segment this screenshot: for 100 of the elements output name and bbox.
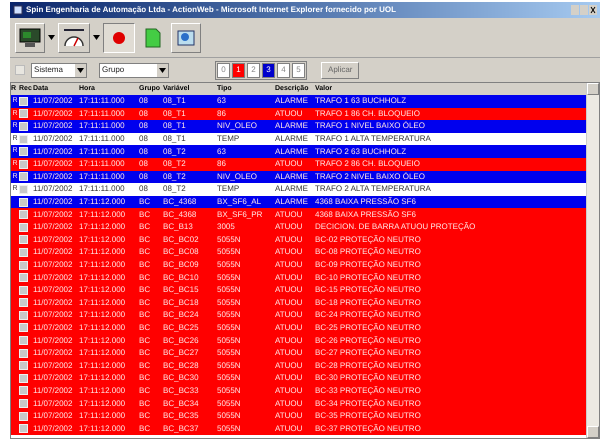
alarm-row[interactable]: 11/07/2002 17:11:12.000 BC BC_4368 BX_SF6_AL ALARME 4368 BAIXA PRESSÃO SF6 (11, 196, 586, 208)
table-cell-text: TEMP (217, 133, 240, 146)
table-cell-text: 5055N (217, 384, 242, 397)
alarm-row[interactable]: 11/07/2002 17:11:12.000 BC BC_BC15 5055N ATUOU BC-15 PROTEÇÃO NEUTRO (11, 284, 586, 296)
record-dot-icon (112, 30, 126, 44)
table-cell-text: BC_BC08 (163, 246, 200, 258)
table-cell-text: 17:11:12.000 (79, 422, 126, 435)
table-cell-text: BC_BC35 (163, 410, 200, 422)
table-cell-text: ATUOU (275, 296, 304, 309)
table-cell-text: ALARME (275, 196, 309, 208)
table-cell-text: 17:11:11.000 (79, 95, 126, 108)
monitor-button[interactable] (15, 22, 45, 52)
alarm-row[interactable]: 11/07/2002 17:11:12.000 BC BC_BC26 5055N ATUOU BC-26 PROTEÇÃO NEUTRO (11, 334, 586, 347)
table-cell-text: BC (139, 360, 152, 372)
priority-toggle[interactable]: 4 (277, 62, 290, 78)
table-cell-text: BC-34 PROTEÇÃO NEUTRO (315, 398, 422, 410)
filter-checkbox[interactable] (15, 65, 25, 75)
table-cell-text: 11/07/2002 (33, 246, 74, 258)
table-cell-text: 17:11:12.000 (79, 360, 126, 372)
alarm-row[interactable]: 11/07/2002 17:11:12.000 BC BC_BC08 5055N ATUOU BC-08 PROTEÇÃO NEUTRO (11, 246, 586, 259)
table-cell-text: BC_BC28 (163, 360, 200, 372)
priority-toggle[interactable]: 5 (292, 62, 305, 78)
table-cell-text: 11/07/2002 (33, 196, 74, 208)
table-cell-text: TRAFO 1 ALTA TEMPERATURA (315, 133, 432, 146)
table-cell-text: 17:11:12.000 (79, 334, 126, 347)
alarm-row[interactable]: 11/07/2002 17:11:12.000 BC BC_BC37 5055N ATUOU BC-37 PROTEÇÃO NEUTRO (11, 422, 586, 436)
table-cell-text: BC (139, 284, 152, 296)
table-cell-text: BC (139, 334, 152, 347)
table-cell-text: 08_T2 (163, 146, 187, 158)
table-cell-text: BC-18 PROTEÇÃO NEUTRO (315, 296, 422, 309)
table-cell-text: 17:11:12.000 (79, 384, 126, 397)
grupo-dropdown[interactable]: Grupo (99, 62, 169, 78)
sistema-dropdown[interactable]: Sistema (31, 62, 87, 78)
table-cell-text: 5055N (217, 309, 242, 322)
alarm-row[interactable]: 11/07/2002 17:11:12.000 BC BC_BC34 5055N ATUOU BC-34 PROTEÇÃO NEUTRO (11, 397, 586, 410)
table-cell-text: TRAFO 1 63 BUCHHOLZ (315, 95, 408, 108)
priority-toggle[interactable]: 3 (262, 62, 275, 78)
table-cell-text: 17:11:12.000 (79, 410, 126, 422)
table-cell-text: 5055N (217, 322, 242, 334)
table-cell-text: BC (139, 422, 152, 435)
alarm-row[interactable]: 11/07/2002 17:11:12.000 BC BC_BC25 5055N ATUOU BC-25 PROTEÇÃO NEUTRO (11, 322, 586, 334)
apply-button[interactable]: Aplicar (321, 62, 360, 78)
alarm-row[interactable]: 11/07/2002 17:11:12.000 BC BC_BC28 5055N ATUOU BC-28 PROTEÇÃO NEUTRO (11, 359, 586, 372)
table-cell-text: 5055N (217, 234, 242, 246)
table-cell-text: BC_BC33 (163, 384, 200, 397)
table-cell-text: ATUOU (275, 322, 304, 334)
table-cell-text: 17:11:12.000 (79, 296, 126, 309)
table-cell-text: 11/07/2002 (33, 158, 74, 170)
priority-toggle[interactable]: 0 (217, 62, 230, 78)
table-cell-text: BC_BC34 (163, 398, 200, 410)
table-cell-text: 11/07/2002 (33, 422, 74, 435)
table-cell-text: 17:11:12.000 (79, 246, 126, 258)
priority-toggle[interactable]: 1 (232, 62, 245, 78)
table-cell-text: ALARME (275, 183, 309, 196)
dropdown-arrow-icon[interactable] (48, 35, 55, 40)
table-cell-text: 4368 BAIXA PRESSÃO SF6 (315, 208, 417, 221)
table-cell-text: 11/07/2002 (33, 372, 74, 384)
alarm-row[interactable]: 11/07/2002 17:11:12.000 BC BC_BC18 5055N ATUOU BC-18 PROTEÇÃO NEUTRO (11, 296, 586, 310)
table-cell-text: 5055N (217, 296, 242, 309)
table-cell-text: BX_SF6_AL (217, 196, 262, 208)
alarm-row[interactable]: 11/07/2002 17:11:12.000 BC BC_BC33 5055N ATUOU BC-33 PROTEÇÃO NEUTRO (11, 384, 586, 398)
table-cell-text: 11/07/2002 (33, 183, 74, 196)
table-cell-text: 11/07/2002 (33, 384, 74, 397)
alarm-row[interactable]: 11/07/2002 17:11:12.000 BC BC_BC02 5055N ATUOU BC-02 PROTEÇÃO NEUTRO (11, 234, 586, 246)
table-cell-text: 5055N (217, 360, 242, 372)
dropdown-arrow-icon[interactable] (93, 35, 100, 40)
table-cell-text: 17:11:11.000 (79, 120, 126, 132)
alarm-row[interactable]: 11/07/2002 17:11:12.000 BC BC_B13 3005 ATUOU DECICION. DE BARRA ATUOU PROTEÇÃO (11, 220, 586, 234)
table-cell-text: NIV_OLEO (217, 170, 258, 183)
table-cell-text: ALARME (275, 95, 309, 108)
alarm-row[interactable]: 11/07/2002 17:11:12.000 BC BC_BC27 5055N ATUOU BC-27 PROTEÇÃO NEUTRO (11, 346, 586, 360)
table-cell-text: 08_T2 (163, 183, 187, 196)
alarm-row[interactable]: 11/07/2002 17:11:12.000 BC BC_BC09 5055N ATUOU BC-09 PROTEÇÃO NEUTRO (11, 258, 586, 272)
table-cell-text: 17:11:12.000 (79, 347, 126, 360)
table-cell-text: BC-15 PROTEÇÃO NEUTRO (315, 284, 422, 296)
table-cell-text: BX_SF6_PR (217, 208, 264, 221)
table-cell-text: BC (139, 246, 152, 258)
table-cell-text: 11/07/2002 (33, 410, 74, 422)
image-button[interactable] (171, 22, 201, 52)
table-cell-text: ALARME (275, 170, 309, 183)
gauge-icon (62, 28, 86, 48)
table-cell-text: ATUOU (275, 398, 304, 410)
alarm-row[interactable]: 11/07/2002 17:11:12.000 BC BC_BC10 5055N ATUOU BC-10 PROTEÇÃO NEUTRO (11, 271, 586, 284)
dropdown-arrow-icon[interactable] (159, 68, 166, 72)
table-cell-text: ATUOU (275, 347, 304, 360)
table-cell-text: NIV_OLEO (217, 120, 258, 132)
alarm-row[interactable]: 11/07/2002 17:11:12.000 BC BC_BC35 5055N ATUOU BC-35 PROTEÇÃO NEUTRO (11, 410, 586, 422)
priority-toggle[interactable]: 2 (247, 62, 260, 78)
table-cell-text: 08 (139, 120, 149, 132)
table-cell-text: ATUOU (275, 208, 304, 221)
table-cell-text: BC_4368 (163, 196, 198, 208)
scrollbar[interactable] (586, 83, 599, 438)
table-cell-text: ALARME (275, 120, 309, 132)
gauge-button[interactable] (58, 22, 90, 52)
alarm-row[interactable]: 11/07/2002 17:11:12.000 BC BC_BC24 5055N ATUOU BC-24 PROTEÇÃO NEUTRO (11, 309, 586, 322)
dropdown-arrow-icon[interactable] (77, 68, 84, 72)
alarm-row[interactable]: 11/07/2002 17:11:12.000 BC BC_BC30 5055N ATUOU BC-30 PROTEÇÃO NEUTRO (11, 372, 586, 385)
window-controls-icon[interactable] (571, 5, 597, 15)
alarm-row[interactable]: 11/07/2002 17:11:12.000 BC BC_4368 BX_SF6_PR ATUOU 4368 BAIXA PRESSÃO SF6 (11, 208, 586, 221)
record-button[interactable] (103, 22, 135, 52)
